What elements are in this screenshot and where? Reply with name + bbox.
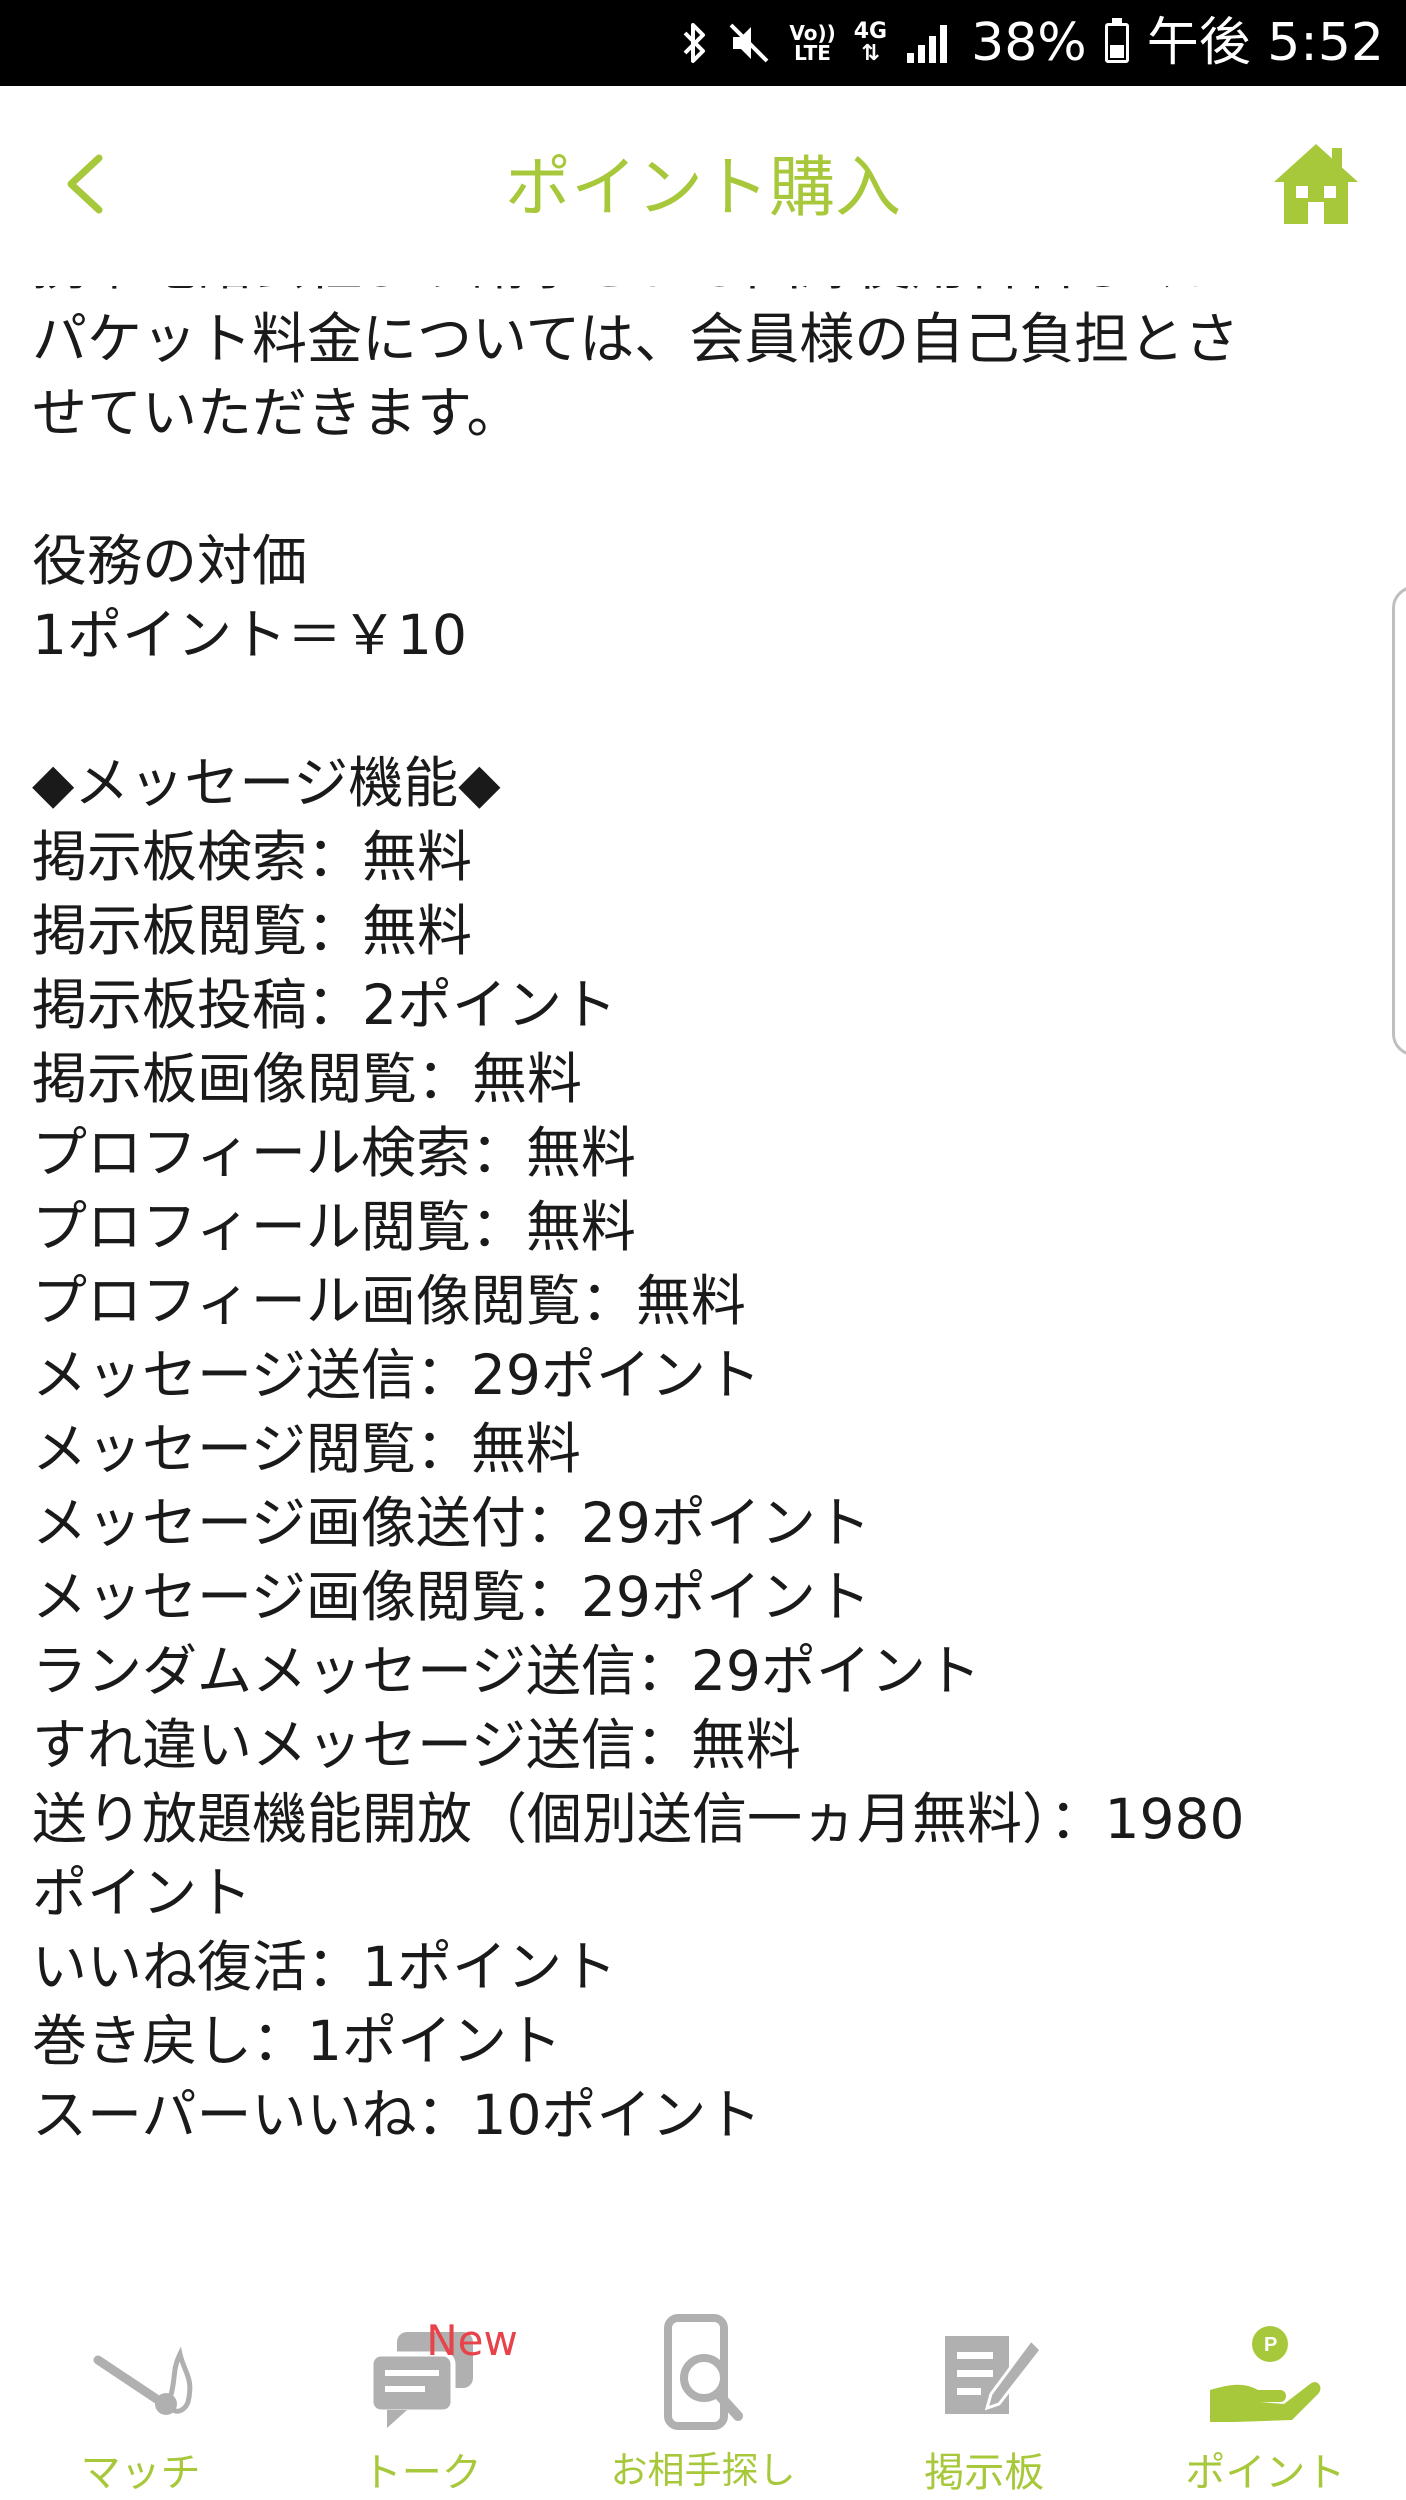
clock: 午後 5:52: [1146, 13, 1384, 73]
nav-label: 掲示板: [924, 2450, 1045, 2496]
list-item: メッセージ閲覧：無料: [32, 1417, 581, 1481]
bulletin-board-icon: [945, 2336, 1044, 2414]
partially-visible-line: 携帯電話会社より請求される回線使用料若しくは: [32, 286, 1366, 302]
list-item: ポイント: [32, 1861, 253, 1925]
list-item: 巻き戻し：1ポイント: [32, 2009, 562, 2073]
list-item: プロフィール閲覧：無料: [32, 1195, 636, 1259]
bottom-navigation: マッチ New トーク お相手探し 掲示板 P ポイント: [0, 2280, 1406, 2500]
home-button[interactable]: [1266, 136, 1366, 236]
nav-label: トーク: [361, 2450, 482, 2496]
list-item: メッセージ送信：29ポイント: [32, 1343, 761, 1407]
battery-icon: [1104, 18, 1129, 63]
scroll-indicator[interactable]: [1392, 586, 1406, 1056]
mute-icon: [729, 23, 769, 63]
volte-indicator: Vo)) LTE: [789, 21, 836, 65]
text-line: パケット料金については、会員様の自己負担とさ: [32, 307, 1240, 371]
signal-icon: [907, 25, 948, 63]
list-item: すれ違いメッセージ送信：無料: [32, 1713, 801, 1777]
nav-item-talk[interactable]: New トーク: [281, 2280, 562, 2500]
list-item: いいね復活：1ポイント: [32, 1935, 617, 1999]
nav-label: マッチ: [80, 2450, 201, 2496]
section-heading: ◆メッセージ機能◆: [32, 751, 501, 815]
svg-text:P: P: [1264, 2334, 1277, 2356]
terms-content[interactable]: 携帯電話会社より請求される回線使用料若しくは パケット料金については、会員様の自…: [0, 286, 1406, 2246]
app-header: ポイント購入: [0, 86, 1406, 286]
network-type-indicator: 4G ⇅: [853, 19, 888, 66]
match-icon: [93, 2346, 192, 2415]
list-item: 掲示板投稿：2ポイント: [32, 973, 617, 1037]
nav-label: お相手探し: [610, 2449, 796, 2492]
new-badge: New: [426, 2316, 518, 2365]
list-item: 掲示板閲覧：無料: [32, 899, 473, 963]
list-item: 掲示板検索：無料: [32, 825, 473, 889]
battery-percent: 38%: [971, 13, 1087, 73]
list-item: メッセージ画像送付：29ポイント: [32, 1491, 871, 1555]
terms-text: 携帯電話会社より請求される回線使用料若しくは パケット料金については、会員様の自…: [32, 286, 1366, 2152]
list-item: 掲示板画像閲覧：無料: [32, 1047, 583, 1111]
text-line: せていただきます。: [32, 381, 522, 445]
point-icon: P: [1210, 2326, 1321, 2422]
list-item: ランダムメッセージ送信：29ポイント: [32, 1639, 981, 1703]
nav-item-point[interactable]: P ポイント: [1125, 2280, 1406, 2500]
price-heading: 役務の対価: [32, 529, 308, 593]
nav-item-bulletin-board[interactable]: 掲示板: [844, 2280, 1125, 2500]
list-item: 送り放題機能開放（個別送信一ヵ月無料）：1980: [32, 1787, 1245, 1851]
list-item: プロフィール検索：無料: [32, 1121, 636, 1185]
bluetooth-icon: [683, 23, 706, 63]
nav-label: ポイント: [1185, 2450, 1346, 2496]
page-title: ポイント購入: [505, 149, 901, 226]
search-partner-icon: [664, 2314, 743, 2430]
nav-item-match[interactable]: マッチ: [0, 2280, 281, 2500]
price-rate: 1ポイント＝￥10: [32, 603, 467, 667]
status-bar: Vo)) LTE 4G ⇅ 38% 午後 5:52: [0, 0, 1406, 86]
list-item: スーパーいいね：10ポイント: [32, 2083, 762, 2147]
nav-item-search-partner[interactable]: お相手探し: [562, 2280, 843, 2500]
home-icon: [1274, 144, 1358, 224]
list-item: メッセージ画像閲覧：29ポイント: [32, 1565, 871, 1629]
list-item: プロフィール画像閲覧：無料: [32, 1269, 746, 1333]
